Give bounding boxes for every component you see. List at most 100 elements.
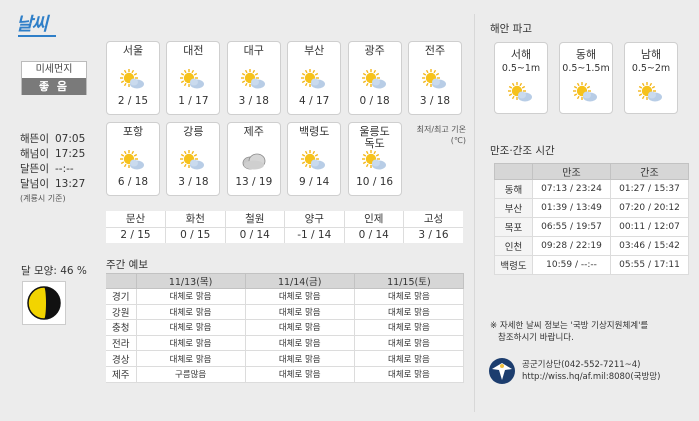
sunrise-label: 해뜬이: [20, 133, 49, 145]
moon-phase-box: [22, 281, 66, 325]
city-temp: 9 / 14: [299, 176, 330, 188]
moon-phase-label: 달 모양: 46 %: [21, 265, 87, 277]
low-tide-time: 01:27 / 15:37: [610, 179, 689, 199]
city-temp: 10 / 16: [356, 176, 394, 188]
weekly-row: 충청 대체로 맑음 대체로 맑음 대체로 맑음: [106, 319, 465, 336]
weekly-region: 경기: [106, 288, 137, 305]
weekly-forecast-cell: 대체로 맑음: [353, 365, 465, 383]
high-tide-header: 만조: [532, 163, 611, 180]
moonset-label: 달넘이: [20, 178, 49, 190]
north-region-name: 양구: [284, 211, 345, 228]
city-card: 강릉 3 / 18: [166, 122, 221, 196]
north-region-name: 인제: [344, 211, 404, 228]
city-temp: 6 / 18: [117, 176, 149, 188]
city-card: 울릉도 독도 10 / 16: [347, 122, 402, 196]
high-tide-time: 10:59 / --:--: [532, 255, 611, 275]
city-temp: 3 / 18: [419, 95, 451, 107]
weekly-row: 강원 대체로 맑음 대체로 맑음 대체로 맑음: [106, 303, 465, 321]
weekly-date-header: 11/15(토): [353, 273, 465, 289]
title-underline: [18, 35, 56, 37]
city-card: 포항 6 / 18: [106, 122, 160, 196]
partly-cloudy-icon: [625, 82, 677, 104]
weekly-forecast-cell: 대체로 맑음: [353, 288, 465, 305]
moonrise-value: --:--: [55, 163, 74, 175]
sunset-value: 17:25: [55, 148, 86, 160]
moon-phase-icon: [27, 286, 61, 320]
footer-contact: 공군기상단(042-552-7211~4) http://wiss.hq/af.…: [488, 356, 686, 386]
coast-wave-range: 0.5~1.5m: [562, 63, 610, 74]
partly-cloudy-icon: [288, 150, 340, 172]
city-name: 백령도: [299, 125, 330, 138]
moonset-row: 달넘이 13:27: [20, 177, 100, 192]
weekly-forecast-cell: 대체로 맑음: [135, 288, 246, 305]
coast-wave-card: 동해 0.5~1.5m: [559, 42, 613, 114]
weekly-forecast-cell: 대체로 맑음: [135, 303, 246, 321]
weekly-forecast-title: 주간 예보: [106, 259, 148, 271]
partly-cloudy-icon: [107, 150, 159, 172]
partly-cloudy-icon: [228, 69, 280, 91]
weekly-forecast-cell: 대체로 맑음: [244, 303, 355, 321]
weekly-row: 경상 대체로 맑음 대체로 맑음 대체로 맑음: [106, 350, 465, 367]
high-tide-time: 01:39 / 13:49: [532, 198, 611, 218]
footer-contact-url[interactable]: http://wiss.hq/af.mil:8080(국방망): [522, 371, 660, 383]
tide-location: 목포: [494, 217, 533, 237]
weekly-forecast-cell: 대체로 맑음: [244, 365, 355, 383]
tide-row: 목포 06:55 / 19:57 00:11 / 12:07: [494, 217, 689, 237]
north-region-temp: 0 / 15: [165, 227, 226, 243]
weekly-forecast-cell: 구름많음: [135, 365, 246, 383]
weekly-forecast-cell: 대체로 맑음: [244, 288, 355, 305]
high-tide-time: 07:13 / 23:24: [532, 179, 611, 199]
low-tide-time: 00:11 / 12:07: [610, 217, 689, 237]
page-title: 날씨: [16, 14, 48, 35]
weekly-forecast-cell: 대체로 맑음: [244, 350, 355, 367]
partly-cloudy-icon: [495, 82, 547, 104]
city-name: 광주: [364, 44, 385, 57]
weekly-region: 제주: [106, 365, 137, 383]
coast-wave-range: 0.5~1m: [501, 63, 541, 74]
north-region-name: 철원: [225, 211, 285, 228]
north-region-temp: 2 / 15: [106, 227, 166, 243]
city-name: 포항: [122, 125, 144, 138]
fine-dust-value: 좋 음: [22, 78, 86, 95]
panel-divider: [474, 14, 475, 412]
moonrise-row: 달뜬이 --:--: [20, 162, 100, 177]
weekly-forecast-cell: 대체로 맑음: [353, 303, 465, 321]
north-region-temp-table: 문산 화천 철원 양구 인제 고성 2 / 15 0 / 15 0 / 14 -1 / 14 0 …: [106, 211, 463, 243]
city-card: 백령도 9 / 14: [287, 122, 342, 196]
city-temp: 3 / 18: [178, 176, 209, 188]
sunset-row: 해넘이 17:25: [20, 147, 100, 162]
city-card: 서울 2 / 15: [106, 41, 160, 115]
low-tide-time: 07:20 / 20:12: [610, 198, 689, 218]
tide-row: 부산 01:39 / 13:49 07:20 / 20:12: [494, 198, 689, 218]
coast-name: 서해: [510, 48, 532, 61]
north-region-name: 문산: [106, 211, 166, 228]
city-card: 제주 13 / 19: [226, 122, 281, 196]
city-name: 대전: [183, 44, 204, 57]
tide-row: 인천 09:28 / 22:19 03:46 / 15:42: [494, 236, 689, 256]
coast-wave-title: 해안 파고: [490, 23, 532, 35]
sunrise-value: 07:05: [55, 133, 86, 145]
tide-row: 백령도 10:59 / --:-- 05:55 / 17:11: [494, 255, 689, 275]
tide-corner-header: [494, 163, 533, 180]
weekly-forecast-cell: 대체로 맑음: [353, 319, 465, 336]
city-card: 전주 3 / 18: [408, 41, 462, 115]
city-temp: 1 / 17: [178, 95, 209, 107]
cloudy-icon: [228, 150, 280, 172]
partly-cloudy-icon: [167, 150, 219, 172]
weekly-forecast-cell: 대체로 맑음: [135, 350, 246, 367]
partly-cloudy-icon: [107, 69, 159, 91]
city-name: 부산: [304, 44, 325, 57]
city-temp: 0 / 18: [359, 95, 390, 107]
tide-location: 부산: [494, 198, 533, 218]
city-card: 부산 4 / 17: [287, 41, 342, 115]
city-name: 대구: [243, 44, 264, 57]
north-region-name: 화천: [165, 211, 226, 228]
tide-row: 동해 07:13 / 23:24 01:27 / 15:37: [494, 179, 689, 199]
weekly-row: 경기 대체로 맑음 대체로 맑음 대체로 맑음: [106, 288, 465, 305]
sun-times-note: (계룡시 기준): [20, 194, 66, 203]
north-region-name: 고성: [403, 211, 463, 228]
low-tide-header: 간조: [610, 163, 689, 180]
weekly-date-header: 11/13(목): [135, 273, 246, 289]
coast-wave-card: 서해 0.5~1m: [494, 42, 548, 114]
weekly-forecast-table: 11/13(목) 11/14(금) 11/15(토) 경기 대체로 맑음 대체로 맑음 대…: [106, 273, 465, 383]
